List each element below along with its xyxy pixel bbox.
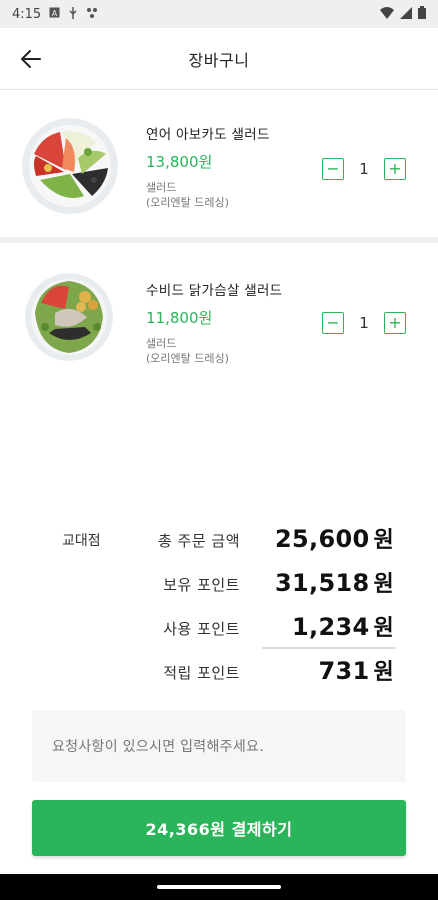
- quantity-value: 1: [359, 314, 369, 332]
- system-nav-bar: [0, 874, 438, 900]
- summary-row-total: 교대점 총 주문 금액 25,600 원: [0, 522, 438, 562]
- plus-icon: +: [388, 159, 402, 178]
- svg-text:A: A: [52, 9, 58, 18]
- page-title: 장바구니: [188, 50, 250, 70]
- store-name: 교대점: [62, 533, 101, 549]
- cast-icon: [86, 7, 98, 22]
- summary-row-used-points[interactable]: 사용 포인트 1,234 원: [0, 610, 438, 650]
- item-name: 수비드 닭가슴살 샐러드: [146, 283, 283, 299]
- used-points-value[interactable]: 1,234 원: [292, 610, 394, 642]
- cart-item: 연어 아보카도 샐러드 13,800원 샐러드 (오리엔탈 드레싱) − 1 +: [0, 90, 438, 237]
- arrow-left-icon: [21, 50, 41, 68]
- item-category: 샐러드: [146, 337, 177, 350]
- pay-button[interactable]: 24,366원 결제하기: [32, 800, 406, 856]
- minus-icon: −: [326, 313, 340, 332]
- cart-item-info: 연어 아보카도 샐러드 13,800원 샐러드 (오리엔탈 드레싱): [146, 123, 270, 210]
- item-price: 13,800원: [146, 153, 213, 171]
- summary-label: 보유 포인트: [163, 576, 240, 594]
- pay-button-label: 24,366원 결제하기: [145, 820, 293, 839]
- item-price: 11,800원: [146, 309, 213, 327]
- item-option: (오리엔탈 드레싱): [146, 352, 229, 365]
- wifi-icon: [380, 6, 394, 22]
- battery-icon: [418, 6, 426, 22]
- item-option: (오리엔탈 드레싱): [146, 196, 229, 209]
- summary-row-earned-points: 적립 포인트 731 원: [0, 654, 438, 694]
- decrease-quantity-button[interactable]: −: [322, 158, 344, 180]
- summary-divider: [262, 647, 396, 649]
- minus-icon: −: [326, 159, 340, 178]
- item-category: 샐러드: [146, 181, 177, 194]
- increase-quantity-button[interactable]: +: [384, 312, 406, 334]
- request-input[interactable]: 요청사항이 있으시면 입력해주세요.: [32, 710, 406, 782]
- app-bar: 장바구니: [0, 28, 438, 90]
- status-time: 4:15: [12, 6, 42, 22]
- quantity-stepper: − 1 +: [322, 312, 406, 334]
- signal-icon: [400, 6, 412, 22]
- summary-label: 적립 포인트: [163, 664, 240, 682]
- summary-row-held-points: 보유 포인트 31,518 원: [0, 566, 438, 606]
- summary-value: 31,518 원: [275, 569, 394, 597]
- status-bar: 4:15 A: [0, 0, 438, 28]
- back-button[interactable]: [18, 46, 44, 72]
- plus-icon: +: [388, 313, 402, 332]
- item-name: 연어 아보카도 샐러드: [146, 127, 270, 143]
- decrease-quantity-button[interactable]: −: [322, 312, 344, 334]
- sous-vide-chicken-salad-image: [25, 273, 113, 361]
- notification-a-icon: A: [49, 7, 60, 21]
- salmon-avocado-salad-image: [22, 118, 118, 214]
- summary-value: 25,600 원: [275, 525, 394, 553]
- cart-item-info: 수비드 닭가슴살 샐러드 11,800원 샐러드 (오리엔탈 드레싱): [146, 279, 282, 366]
- summary-value: 731 원: [318, 657, 394, 685]
- home-indicator[interactable]: [157, 885, 281, 889]
- summary-label: 사용 포인트: [163, 620, 240, 638]
- quantity-stepper: − 1 +: [322, 158, 406, 180]
- increase-quantity-button[interactable]: +: [384, 158, 406, 180]
- quantity-value: 1: [359, 160, 369, 178]
- request-placeholder: 요청사항이 있으시면 입력해주세요.: [52, 739, 264, 755]
- cart-item: 수비드 닭가슴살 샐러드 11,800원 샐러드 (오리엔탈 드레싱) − 1 …: [0, 243, 438, 393]
- usb-icon: [68, 6, 78, 22]
- summary-label: 총 주문 금액: [157, 532, 240, 550]
